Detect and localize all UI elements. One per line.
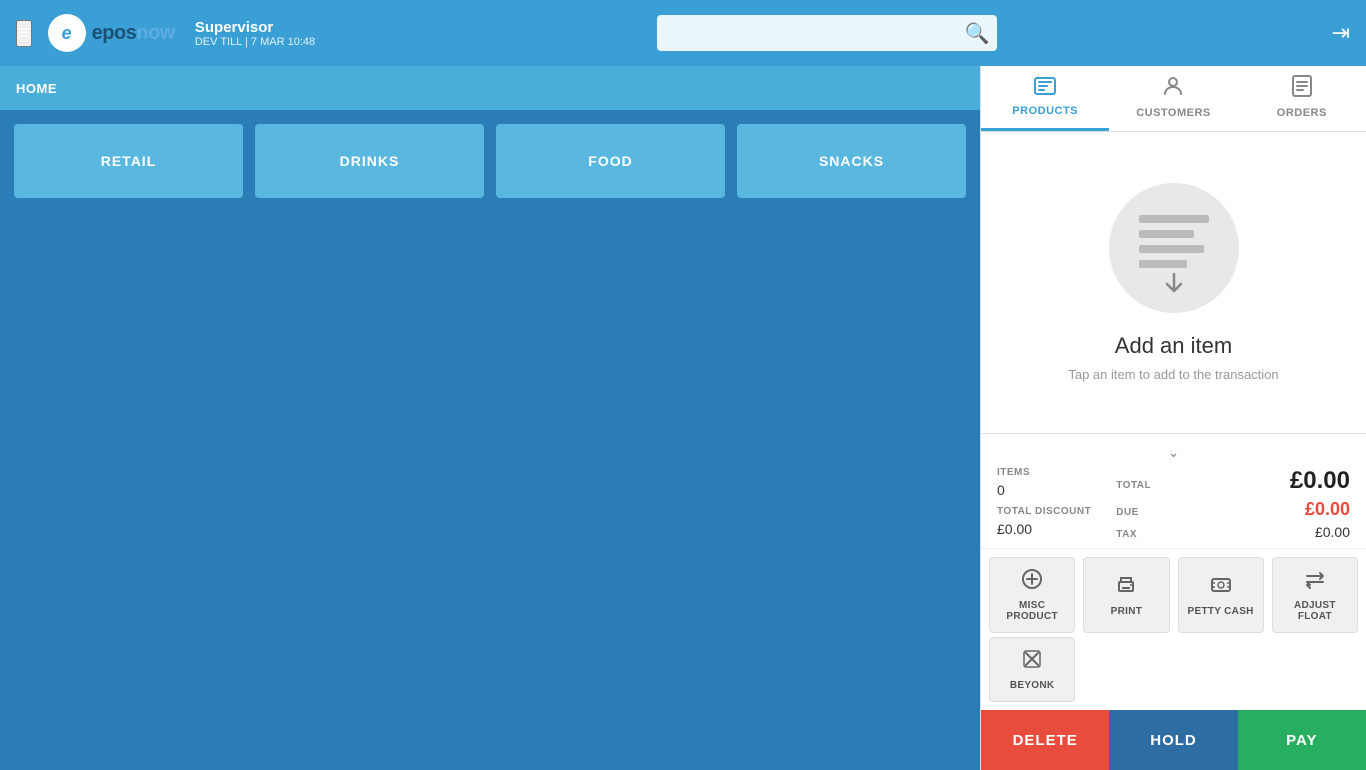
tab-products[interactable]: PRODUCTS [981,66,1109,131]
logout-button[interactable]: ⇥ [1332,20,1350,46]
beyonk-label: BEYONK [1010,680,1055,691]
total-discount-value: £0.00 [997,521,1091,537]
tab-orders-label: ORDERS [1277,107,1327,119]
tab-customers-label: CUSTOMERS [1136,107,1211,119]
left-panel: HOME RETAIL DRINKS FOOD SNACKS [0,66,980,770]
adjust-float-button[interactable]: ADJUST FLOAT [1272,557,1358,633]
items-value: 0 [997,482,1091,498]
breadcrumb-bar: HOME [0,66,980,110]
logo-circle: e [48,14,86,52]
summary-left: ITEMS 0 TOTAL DISCOUNT £0.00 [997,467,1091,537]
petty-cash-icon [1210,574,1232,602]
right-tabs: PRODUCTS CUSTOMERS [981,66,1366,132]
tax-label: TAX [1116,529,1137,540]
due-value: £0.00 [1305,499,1350,520]
beyonk-button[interactable]: BEYONK [989,637,1075,702]
pay-button[interactable]: PAY [1238,710,1366,770]
total-label: TOTAL [1116,480,1151,491]
petty-cash-label: PETTY CASH [1188,606,1254,617]
arrow-down-icon [1163,271,1185,299]
action-buttons-row2: BEYONK [981,637,1366,710]
logo-e-icon: e [62,23,72,44]
misc-product-label: MISC PRODUCT [994,600,1070,622]
products-icon [1034,77,1056,101]
category-retail[interactable]: RETAIL [14,124,243,198]
misc-product-icon [1021,568,1043,596]
petty-cash-button[interactable]: PETTY CASH [1178,557,1264,633]
summary-right: TOTAL £0.00 DUE £0.00 TAX £0.00 [1116,467,1350,540]
misc-product-button[interactable]: MISC PRODUCT [989,557,1075,633]
delete-button[interactable]: DELETE [981,710,1109,770]
items-label: ITEMS [997,467,1091,478]
bottom-buttons: DELETE HOLD PAY [981,710,1366,770]
summary-row: ITEMS 0 TOTAL DISCOUNT £0.00 TOTAL £0.00… [997,467,1350,540]
add-item-area: Add an item Tap an item to add to the tr… [981,132,1366,433]
right-panel: PRODUCTS CUSTOMERS [980,66,1366,770]
breadcrumb: HOME [16,81,57,96]
total-discount-label: TOTAL DISCOUNT [997,506,1091,517]
search-icon[interactable]: 🔍 [965,21,990,46]
action-buttons-row1: MISC PRODUCT PRINT PETTY CASH ADJUST FLO… [981,548,1366,637]
till-info: DEV TILL | 7 MAR 10:48 [195,36,315,48]
collapse-button[interactable]: ⌄ [1168,444,1180,461]
search-input[interactable] [657,15,997,51]
add-item-illustration [1109,183,1239,313]
logo-text: eposnow [92,22,175,45]
supervisor-name: Supervisor [195,19,315,36]
category-drinks[interactable]: DRINKS [255,124,484,198]
due-label: DUE [1116,507,1139,518]
adjust-float-label: ADJUST FLOAT [1277,600,1353,622]
search-area: 🔍 [331,15,1315,51]
category-snacks[interactable]: SNACKS [737,124,966,198]
print-label: PRINT [1111,606,1143,617]
total-value: £0.00 [1290,467,1350,495]
category-food[interactable]: FOOD [496,124,725,198]
customers-icon [1162,75,1184,103]
supervisor-info: Supervisor DEV TILL | 7 MAR 10:48 [195,19,315,48]
top-header: ≡ e eposnow Supervisor DEV TILL | 7 MAR … [0,0,1366,66]
tab-orders[interactable]: ORDERS [1238,66,1366,131]
logo-area: e eposnow [48,14,175,52]
tab-customers[interactable]: CUSTOMERS [1109,66,1237,131]
tax-value: £0.00 [1315,524,1350,540]
tab-products-label: PRODUCTS [1012,105,1078,117]
main-layout: HOME RETAIL DRINKS FOOD SNACKS PR [0,66,1366,770]
orders-icon [1292,75,1312,103]
print-icon [1115,574,1137,602]
adjust-float-icon [1304,568,1326,596]
order-summary: ⌄ ITEMS 0 TOTAL DISCOUNT £0.00 TOTAL £0.… [981,433,1366,548]
beyonk-icon [1021,648,1043,676]
add-item-title: Add an item [1115,333,1232,359]
category-grid: RETAIL DRINKS FOOD SNACKS [0,110,980,212]
print-button[interactable]: PRINT [1083,557,1169,633]
hold-button[interactable]: HOLD [1109,710,1237,770]
hamburger-menu[interactable]: ≡ [16,20,32,47]
add-item-subtitle: Tap an item to add to the transaction [1068,367,1278,382]
